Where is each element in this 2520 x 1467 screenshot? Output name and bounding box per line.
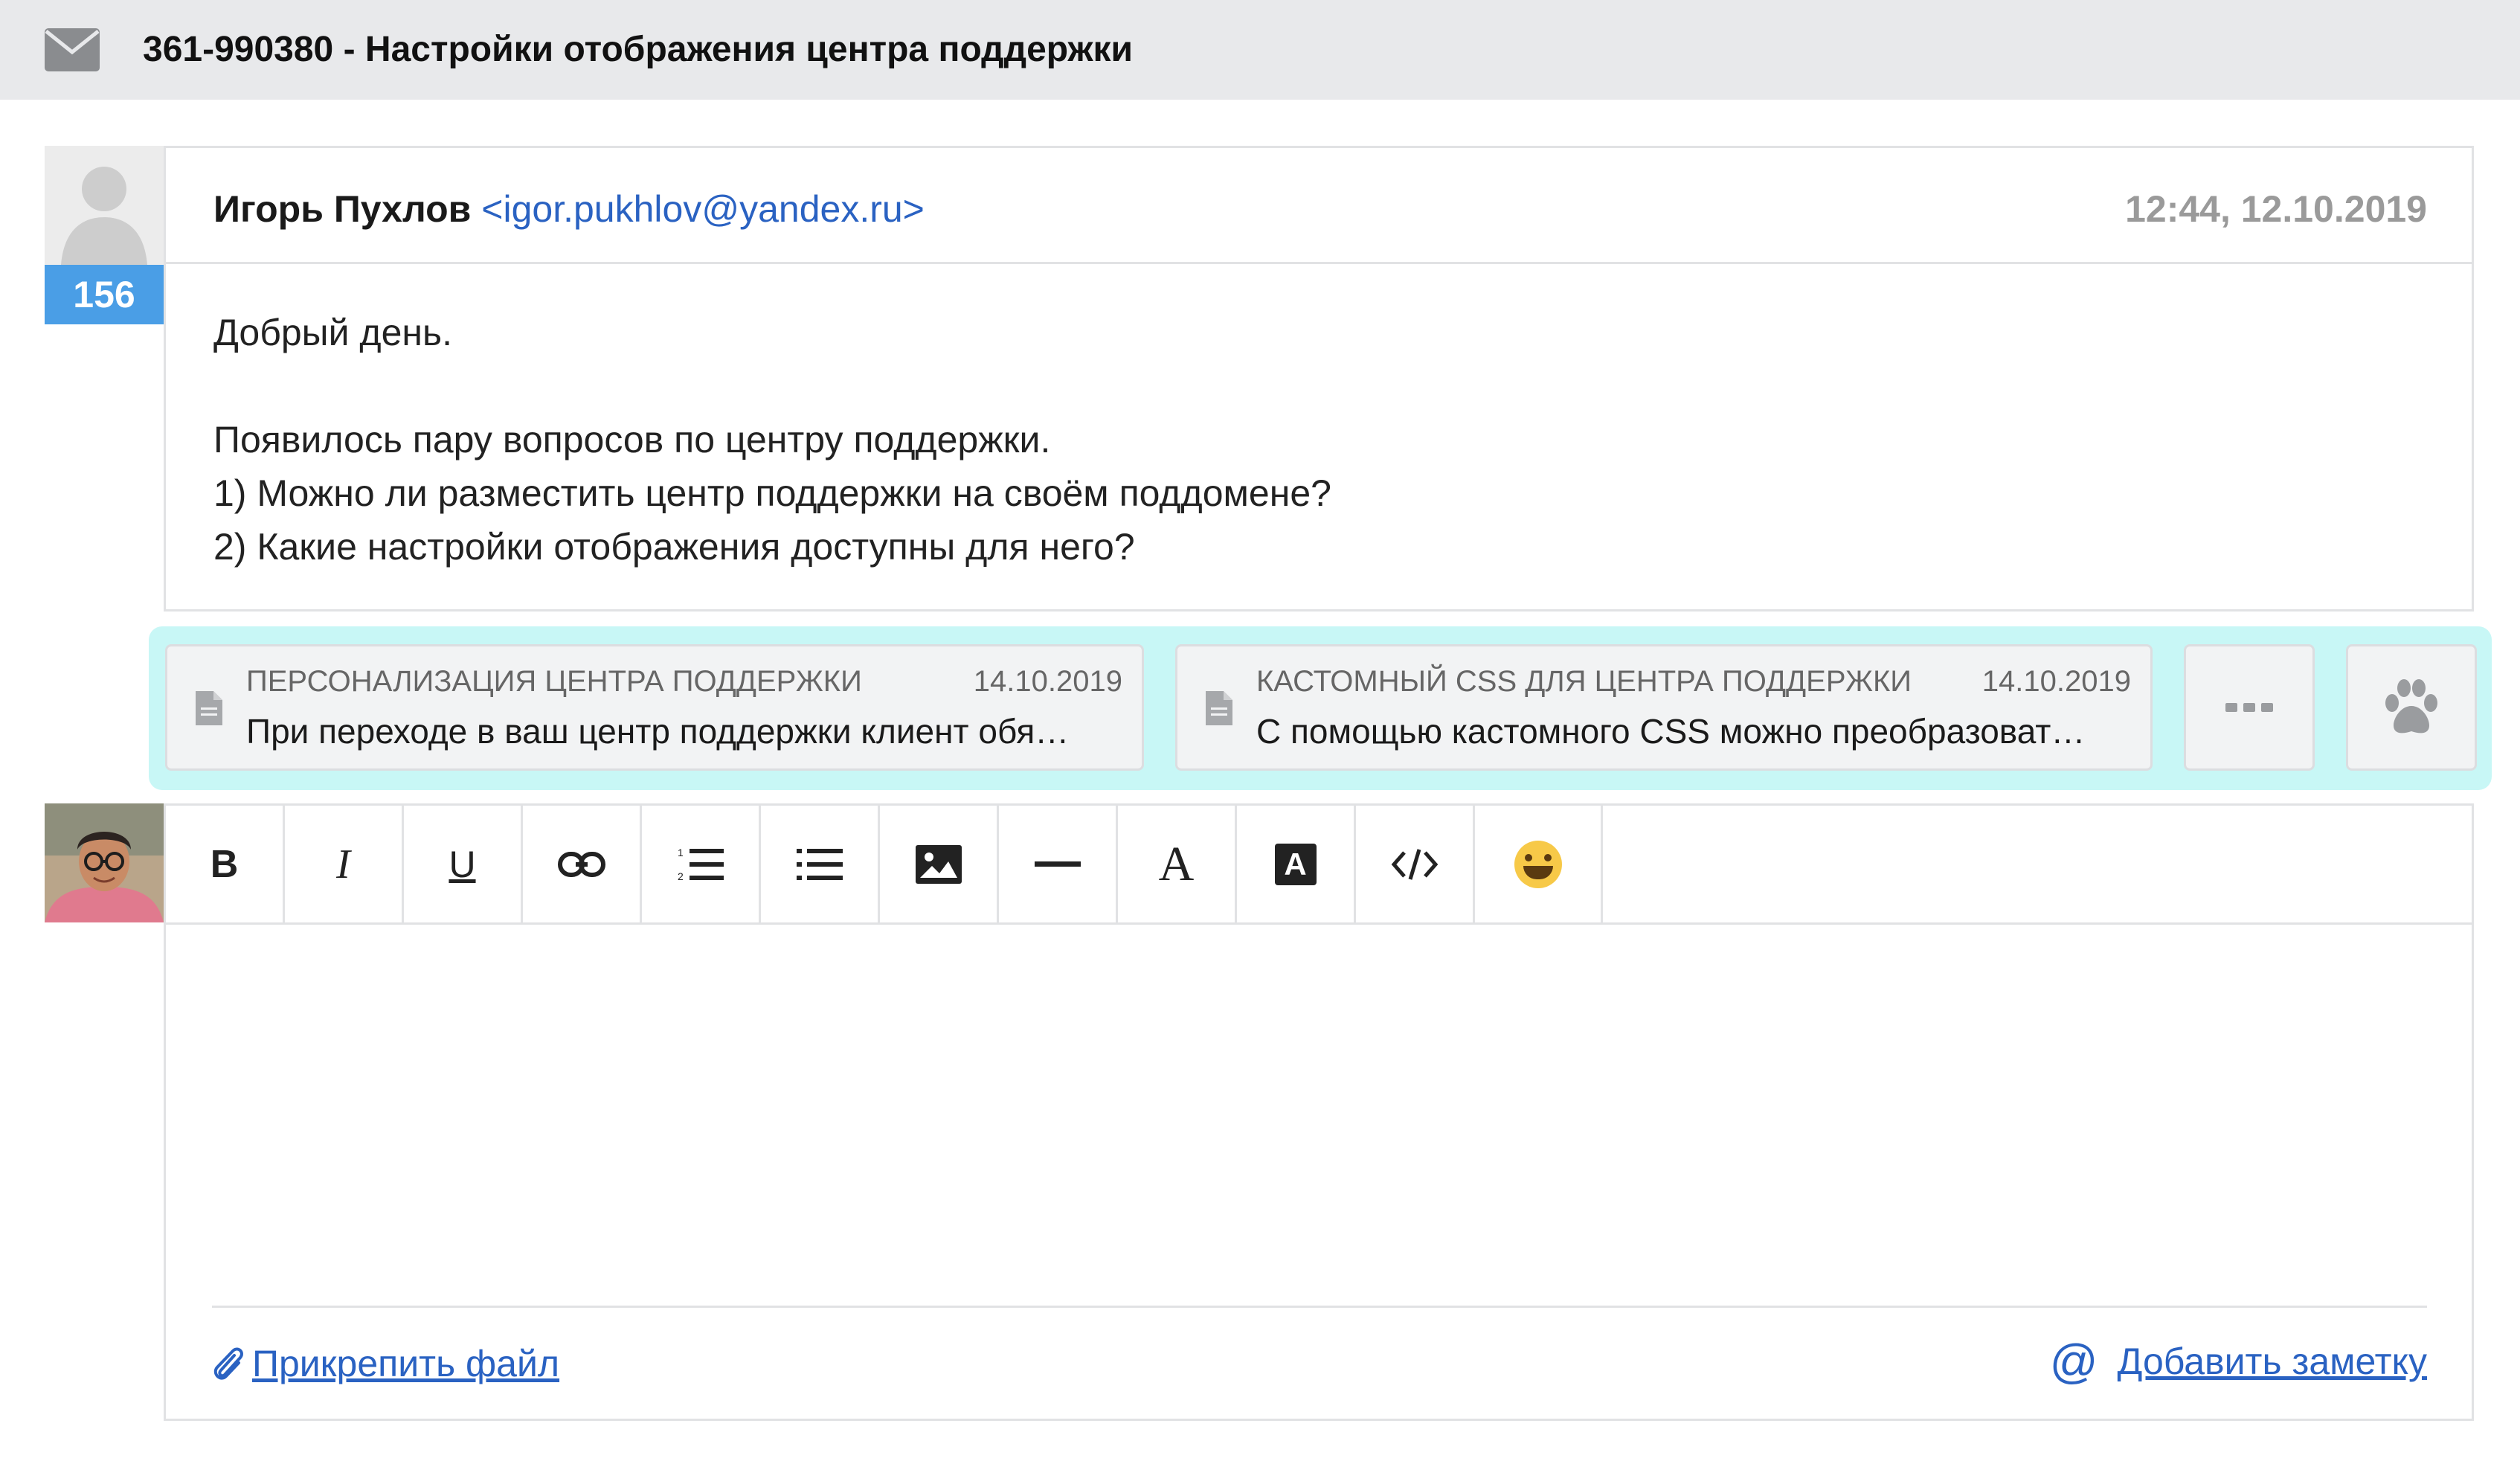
- add-note-link[interactable]: @ Добавить заметку: [2050, 1335, 2427, 1387]
- horizontal-rule-icon: [1034, 861, 1081, 867]
- document-icon: [1206, 691, 1232, 725]
- attach-file-link[interactable]: Прикрепить файл: [212, 1341, 559, 1386]
- font-color-button[interactable]: A: [1118, 806, 1237, 922]
- numbered-list-icon: 1 2: [678, 847, 724, 882]
- message-header: Игорь Пухлов <igor.pukhlov@yandex.ru> 12…: [166, 148, 2472, 264]
- user-placeholder-icon: [45, 146, 164, 265]
- background-color-button[interactable]: A: [1237, 806, 1356, 922]
- kb-suggestions-strip: ПЕРСОНАЛИЗАЦИЯ ЦЕНТРА ПОДДЕРЖКИ 14.10.20…: [149, 626, 2492, 790]
- sender-name: Игорь Пухлов <igor.pukhlov@yandex.ru>: [213, 187, 925, 231]
- paw-icon: [2385, 679, 2437, 734]
- editor-footer-divider: [212, 1306, 2427, 1308]
- italic-icon: I: [336, 841, 350, 887]
- emoji-button[interactable]: [1475, 806, 1603, 922]
- italic-button[interactable]: I: [285, 806, 404, 922]
- message-body: Добрый день. Появилось пару вопросов по …: [166, 264, 2472, 574]
- kb-article-card[interactable]: ПЕРСОНАЛИЗАЦИЯ ЦЕНТРА ПОДДЕРЖКИ 14.10.20…: [165, 644, 1144, 771]
- agent-avatar: [45, 803, 164, 922]
- bullet-list-button[interactable]: [761, 806, 880, 922]
- kb-article-date: 14.10.2019: [1981, 665, 2131, 698]
- more-dots-icon: [2225, 703, 2273, 712]
- svg-text:2: 2: [678, 870, 684, 882]
- kb-article-snippet: При переходе в ваш центр поддержки клиен…: [246, 712, 1070, 751]
- kb-article-card[interactable]: КАСТОМНЫЙ CSS ДЛЯ ЦЕНТРА ПОДДЕРЖКИ 14.10…: [1175, 644, 2153, 771]
- sender-avatar: [45, 146, 164, 265]
- at-sign-icon: @: [2049, 1335, 2098, 1388]
- ticket-header: 361-990380 - Настройки отображения центр…: [0, 0, 2520, 100]
- background-color-icon: A: [1274, 843, 1317, 885]
- editor-toolbar: B I U 1 2 A A: [166, 806, 1603, 925]
- kb-article-snippet: С помощью кастомного CSS можно преобразо…: [1256, 712, 2086, 751]
- ticket-title: 361-990380 - Настройки отображения центр…: [143, 30, 1134, 69]
- message-line: 2) Какие настройки отображения доступны …: [213, 526, 1135, 568]
- kb-article-date: 14.10.2019: [973, 665, 1122, 698]
- document-icon: [196, 691, 222, 725]
- underline-button[interactable]: U: [404, 806, 523, 922]
- attach-file-label[interactable]: Прикрепить файл: [252, 1341, 559, 1386]
- source-code-button[interactable]: [1356, 806, 1475, 922]
- underline-icon: U: [449, 843, 476, 885]
- horizontal-rule-button[interactable]: [999, 806, 1118, 922]
- reply-text-area[interactable]: [166, 925, 2472, 1297]
- bold-button[interactable]: B: [166, 806, 285, 922]
- customer-ticket-count-badge[interactable]: 156: [45, 265, 164, 324]
- kb-article-title: КАСТОМНЫЙ CSS ДЛЯ ЦЕНТРА ПОДДЕРЖКИ: [1256, 665, 1912, 698]
- insert-link-button[interactable]: [523, 806, 642, 922]
- bullet-list-icon: [796, 848, 843, 880]
- insert-image-button[interactable]: [880, 806, 999, 922]
- paperclip-icon: [213, 1347, 243, 1380]
- more-suggestions-button[interactable]: [2184, 644, 2315, 771]
- message-card: Игорь Пухлов <igor.pukhlov@yandex.ru> 12…: [164, 146, 2474, 611]
- add-note-label[interactable]: Добавить заметку: [2118, 1339, 2427, 1384]
- svg-text:1: 1: [678, 847, 684, 858]
- kb-search-button[interactable]: [2346, 644, 2477, 771]
- reply-editor: B I U 1 2 A A Прикрепить файл @ Добавить…: [164, 803, 2474, 1421]
- image-icon: [915, 844, 962, 884]
- code-icon: [1391, 848, 1438, 880]
- sender-name-text: Игорь Пухлов: [213, 188, 472, 230]
- sender-email-link[interactable]: <igor.pukhlov@yandex.ru>: [481, 188, 925, 230]
- message-line: Появилось пару вопросов по центру поддер…: [213, 419, 1051, 460]
- numbered-list-button[interactable]: 1 2: [642, 806, 761, 922]
- message-line: Добрый день.: [213, 312, 452, 353]
- message-timestamp: 12:44, 12.10.2019: [2125, 188, 2427, 230]
- bold-icon: B: [210, 842, 239, 886]
- envelope-icon: [45, 28, 100, 71]
- agent-photo: [45, 803, 164, 922]
- link-icon: [557, 851, 605, 877]
- emoji-icon: [1514, 840, 1562, 888]
- kb-article-title: ПЕРСОНАЛИЗАЦИЯ ЦЕНТРА ПОДДЕРЖКИ: [246, 665, 862, 698]
- font-color-icon: A: [1158, 836, 1195, 891]
- message-line: 1) Можно ли разместить центр поддержки н…: [213, 472, 1331, 514]
